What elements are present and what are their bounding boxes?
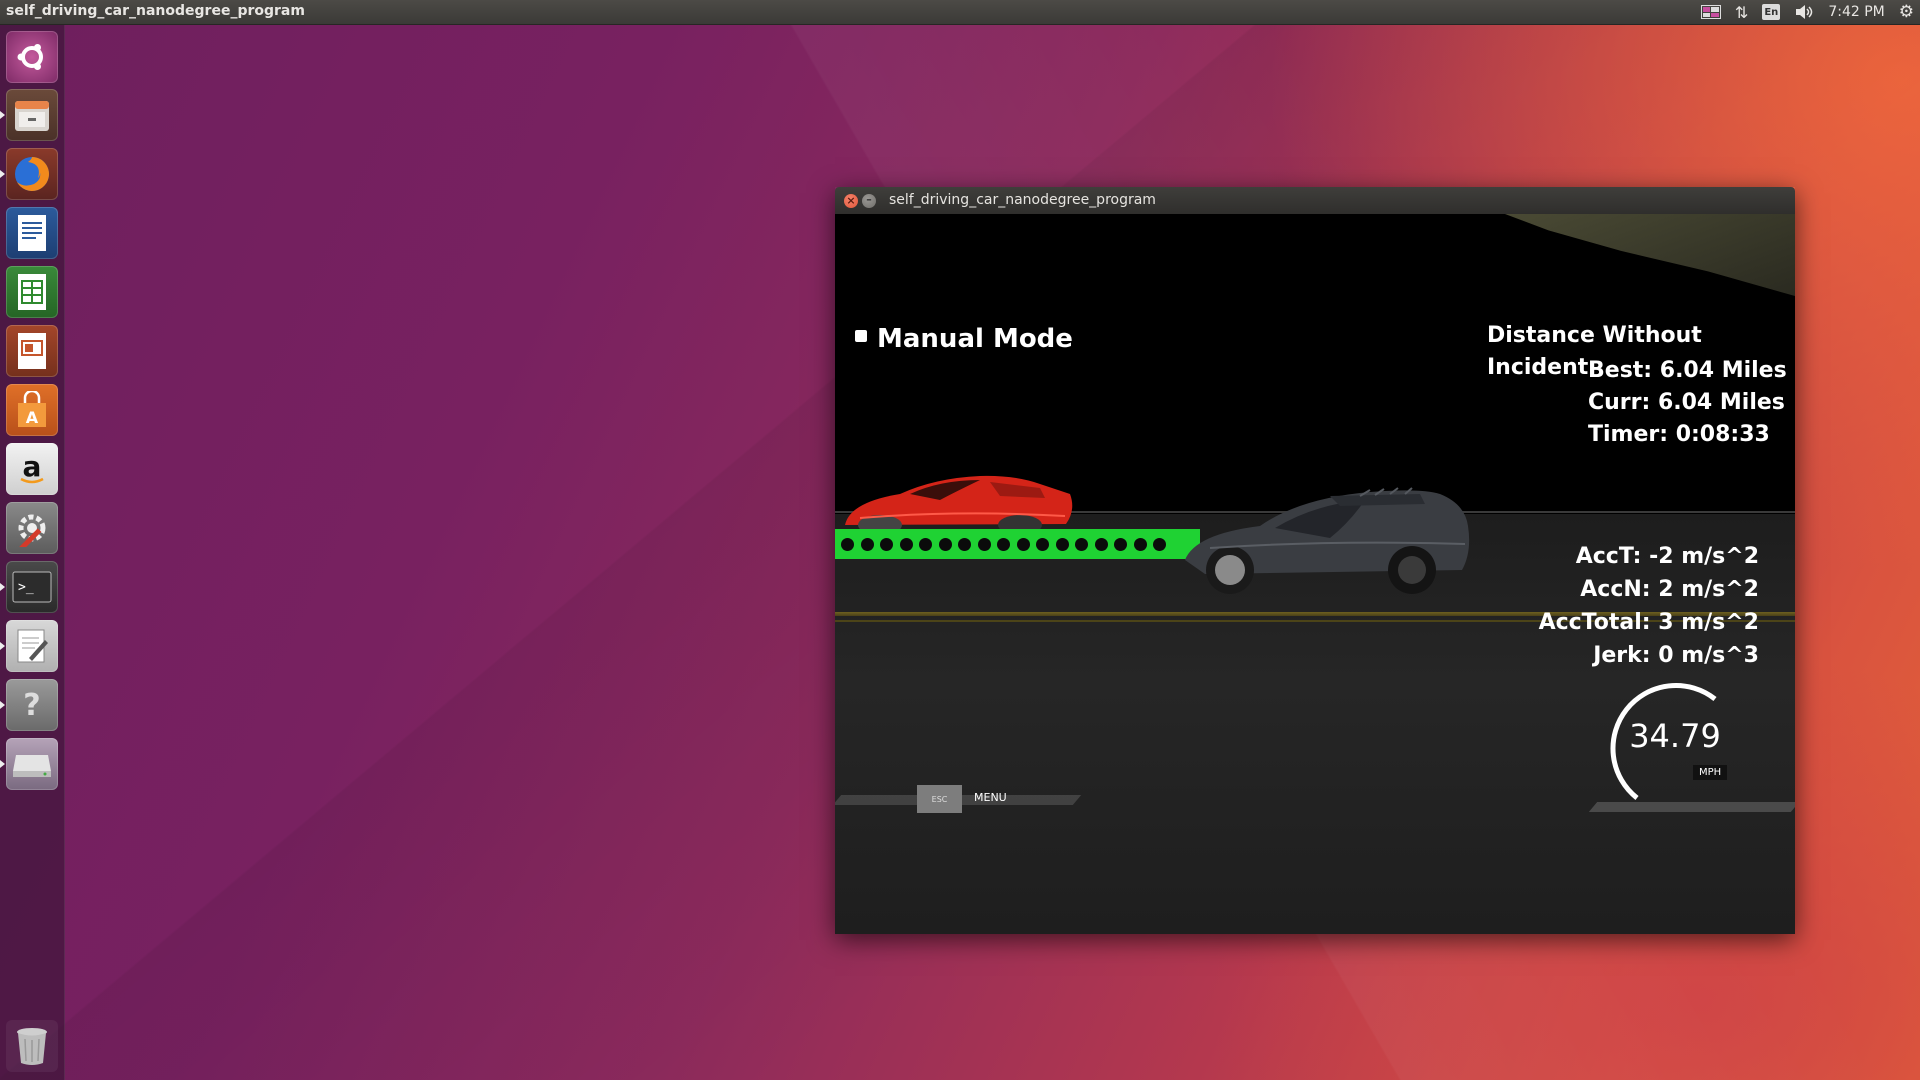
mode-label: Manual Mode (877, 324, 1073, 354)
clock[interactable]: 7:42 PM (1828, 4, 1884, 20)
network-indicator[interactable]: ⇅ (1735, 3, 1748, 22)
speedometer: 34.79 MPH (1605, 677, 1728, 807)
jerk: Jerk: 0 m/s^3 (1593, 643, 1759, 668)
sound-indicator[interactable] (1794, 4, 1814, 20)
ego-car (1185, 487, 1470, 594)
path-point (1114, 537, 1127, 551)
window-title: self_driving_car_nanodegree_program (889, 192, 1156, 208)
roadside-terrain (1505, 214, 1795, 296)
speedo-base (1588, 802, 1795, 812)
launcher-drive[interactable] (0, 738, 58, 790)
simulator-viewport[interactable]: Manual Mode Distance Without Incident Be… (835, 214, 1795, 934)
path-point (1133, 537, 1147, 551)
path-point (997, 537, 1010, 551)
mode-indicator: Manual Mode (855, 324, 1073, 354)
simulator-window: × – self_driving_car_nanodegree_program (835, 187, 1795, 934)
help-icon: ? (23, 687, 41, 723)
acc-total: AccTotal: 3 m/s^2 (1538, 610, 1759, 635)
best-distance: Best: 6.04 Miles (1588, 358, 1787, 383)
panel-app-title: self_driving_car_nanodegree_program (6, 3, 305, 19)
text-editor-icon (17, 629, 48, 663)
launcher-help[interactable]: ? (0, 679, 58, 731)
current-distance: Curr: 6.04 Miles (1588, 390, 1785, 415)
volume-icon (1796, 5, 1813, 19)
svg-text:>_: >_ (18, 580, 34, 595)
close-button[interactable]: × (844, 194, 858, 208)
path-point (1016, 537, 1030, 551)
speed-value: 34.79 (1629, 717, 1721, 755)
launcher-trash[interactable] (6, 1020, 58, 1072)
esc-key-button[interactable]: ESC (917, 785, 962, 813)
launcher-writer[interactable] (6, 207, 58, 259)
timer: Timer: 0:08:33 (1588, 422, 1770, 447)
network-updown-icon: ⇅ (1734, 2, 1749, 22)
path-point (958, 537, 971, 551)
amazon-icon: a (20, 452, 44, 484)
path-point (841, 537, 854, 551)
minimize-icon: – (866, 193, 872, 206)
keyboard-indicator[interactable]: En (1762, 4, 1781, 20)
path-point (938, 537, 952, 551)
workspace-indicator[interactable] (1700, 5, 1721, 19)
terminal-icon: >_ (12, 571, 52, 603)
acc-normal: AccN: 2 m/s^2 (1580, 577, 1759, 602)
mode-checkbox[interactable] (855, 330, 867, 342)
acceleration-panel: AccT: -2 m/s^2 AccN: 2 m/s^2 AccTotal: 3… (1539, 540, 1759, 672)
svg-text:a: a (23, 452, 42, 483)
distance-values: Best: 6.04 Miles Curr: 6.04 Miles Timer:… (1588, 355, 1787, 451)
shopping-bag-icon: A (18, 391, 46, 427)
calc-icon (18, 274, 46, 310)
acc-tangential: AccT: -2 m/s^2 (1575, 544, 1759, 569)
window-titlebar[interactable]: × – self_driving_car_nanodegree_program (835, 187, 1795, 214)
minimize-button[interactable]: – (862, 194, 876, 208)
svg-text:A: A (26, 408, 39, 427)
speed-unit: MPH (1693, 765, 1728, 780)
impress-icon (18, 333, 46, 369)
launcher: A a >_ ? (0, 25, 65, 1080)
hard-drive-icon (13, 755, 51, 777)
path-point (977, 537, 991, 551)
ubuntu-logo-icon (17, 44, 43, 70)
path-point (1036, 537, 1049, 551)
launcher-files[interactable] (0, 89, 58, 141)
workspace-icon (1700, 5, 1721, 19)
file-cabinet-icon (15, 101, 49, 131)
path-point (1153, 537, 1166, 551)
keyboard-layout-icon: En (1762, 4, 1781, 20)
settings-tools-icon (18, 514, 46, 547)
path-point (1094, 537, 1108, 551)
path-point (1075, 537, 1088, 551)
top-panel: self_driving_car_nanodegree_program ⇅ En… (0, 0, 1920, 25)
path-point (899, 537, 913, 551)
launcher-software-center[interactable]: A (6, 384, 58, 436)
planned-path (835, 529, 1200, 559)
firefox-icon (15, 157, 49, 191)
path-point (860, 537, 874, 551)
gear-icon: ⚙ (1898, 2, 1914, 22)
launcher-system-settings[interactable] (6, 502, 58, 554)
launcher-text-editor[interactable] (0, 620, 58, 672)
menu-button[interactable]: MENU (974, 791, 1007, 804)
close-icon: × (846, 194, 856, 207)
launcher-calc[interactable] (6, 266, 58, 318)
path-point (919, 537, 932, 551)
launcher-ubuntu-dash[interactable] (6, 31, 58, 83)
launcher-impress[interactable] (6, 325, 58, 377)
writer-icon (18, 215, 46, 251)
launcher-amazon[interactable]: a (6, 443, 58, 495)
path-point (1055, 537, 1069, 551)
trash-icon (17, 1028, 47, 1065)
panel-indicators: ⇅ En 7:42 PM ⚙ (1700, 0, 1914, 24)
launcher-terminal[interactable]: >_ (0, 561, 58, 613)
launcher-firefox[interactable] (0, 148, 58, 200)
path-point (880, 537, 893, 551)
session-indicator[interactable]: ⚙ (1899, 2, 1914, 22)
